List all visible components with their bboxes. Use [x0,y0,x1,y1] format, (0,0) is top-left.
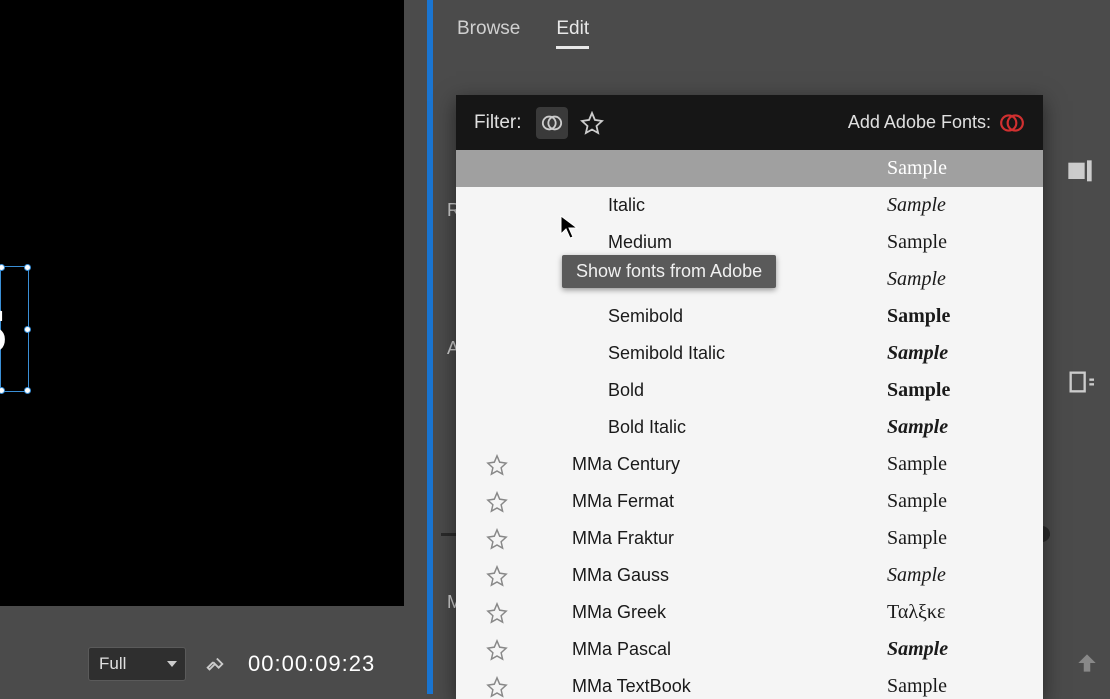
align-tool-icon[interactable] [1060,152,1100,192]
essential-graphics-panel: Browse Edit R A M Filter: Add Adobe Font… [433,0,1110,694]
playback-resolution-value: Full [99,654,126,674]
font-sample: Sample [887,379,1027,402]
resize-handle[interactable] [0,264,5,271]
font-family-name: MMa Century [572,454,887,475]
font-family-row[interactable]: MMa GaussSample [456,557,1043,594]
font-family-name: MMa Gauss [572,565,887,586]
favorite-star-icon[interactable] [472,454,522,476]
font-weight-name: Semibold [608,306,887,327]
font-family-name: MMa Fraktur [572,528,887,549]
font-weight-row[interactable]: ItalicSample [456,187,1043,224]
font-sample: Sample [887,490,1027,513]
font-family-name: MMa Pascal [572,639,887,660]
font-sample: Sample [887,416,1027,439]
favorite-star-icon[interactable] [472,639,522,661]
text-align-icon[interactable] [1060,362,1100,402]
timecode-display[interactable]: 00:00:09:23 [248,651,375,677]
favorite-star-icon[interactable] [472,491,522,513]
font-family-row[interactable]: MMa GreekΤαλξκε [456,594,1043,631]
font-weight-name: Semibold Italic [608,343,887,364]
font-weight-name: Medium [608,232,887,253]
tab-edit[interactable]: Edit [556,18,589,49]
font-sample: Sample [887,453,1027,476]
font-family-name: MMa Greek [572,602,887,623]
playback-resolution-select[interactable]: Full [88,647,186,681]
font-weight-row[interactable]: Bold ItalicSample [456,409,1043,446]
filter-label: Filter: [474,112,522,134]
font-sample: Sample [887,527,1027,550]
font-family-row[interactable]: MMa FermatSample [456,483,1043,520]
font-list[interactable]: Sample ItalicSampleMediumSampleMedium It… [456,150,1043,699]
tab-browse[interactable]: Browse [457,18,520,49]
font-weight-row[interactable]: BoldSample [456,372,1043,409]
font-dropdown-panel: Filter: Add Adobe Fonts: Show fonts from… [456,95,1043,699]
settings-wrench-icon[interactable] [204,653,226,675]
resize-handle[interactable] [0,387,5,394]
font-weight-row[interactable]: SemiboldSample [456,298,1043,335]
font-weight-name: Italic [608,195,887,216]
favorite-star-icon[interactable] [472,528,522,550]
font-sample: Ταλξκε [887,601,1027,624]
font-family-row[interactable]: MMa FrakturSample [456,520,1043,557]
font-family-row[interactable]: MMa PascalSample [456,631,1043,668]
title-text[interactable]: S [0,294,8,368]
font-sample: Sample [887,342,1027,365]
font-sample: Sample [887,268,1027,291]
font-sample: Sample [887,564,1027,587]
resize-handle[interactable] [24,387,31,394]
font-sample: Sample [887,305,1027,328]
resize-handle[interactable] [24,326,31,333]
favorite-star-icon[interactable] [472,602,522,624]
font-weight-row[interactable]: Semibold ItalicSample [456,335,1043,372]
arrow-up-icon[interactable] [1074,650,1100,676]
font-sample: Sample [887,638,1027,661]
resize-handle[interactable] [24,264,31,271]
add-adobe-fonts-label: Add Adobe Fonts: [848,112,991,133]
font-list-header[interactable]: Sample [456,150,1043,187]
cursor-icon [559,214,579,240]
font-weight-name: Bold Italic [608,417,887,438]
favorite-star-icon[interactable] [472,676,522,698]
font-family-row[interactable]: MMa CenturySample [456,446,1043,483]
font-family-name: MMa Fermat [572,491,887,512]
filter-favorites-button[interactable] [580,111,604,135]
font-sample: Sample [887,231,1027,254]
font-sample: Sample [887,194,1027,217]
font-sample: Sample [887,675,1027,698]
sample-header: Sample [887,157,1027,180]
font-family-row[interactable]: MMa TextBookSample [456,668,1043,699]
font-weight-name: Bold [608,380,887,401]
program-monitor[interactable]: S [0,0,404,606]
favorite-star-icon[interactable] [472,565,522,587]
filter-adobe-fonts-button[interactable] [536,107,568,139]
tooltip: Show fonts from Adobe [562,255,776,288]
monitor-controls: Full 00:00:09:23 [0,634,427,694]
creative-cloud-icon[interactable] [999,110,1025,136]
